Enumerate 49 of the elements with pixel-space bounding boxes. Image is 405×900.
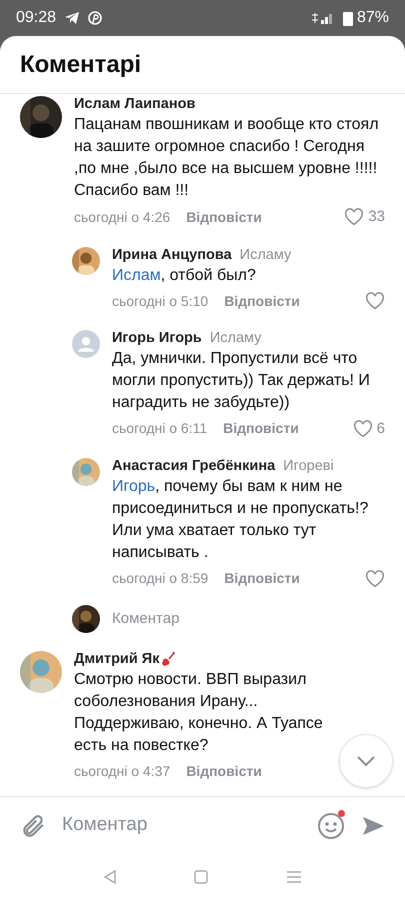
back-icon[interactable] bbox=[102, 869, 117, 885]
like-button[interactable]: 33 bbox=[344, 206, 385, 228]
reply-link[interactable]: Відповісти bbox=[223, 418, 299, 440]
comment-text: Ислам, отбой был? bbox=[112, 266, 257, 286]
user-avatar-icon bbox=[72, 330, 100, 358]
mention-link[interactable]: Ислам bbox=[112, 266, 161, 284]
comment-text: Игорь, почему бы вам к ним не присоединиться и не пропускать!? Или ума хватает только тут написывать . bbox=[112, 477, 370, 563]
heart-icon bbox=[344, 208, 364, 226]
comment-time: сьогодні о 8:59 bbox=[112, 569, 208, 588]
home-icon[interactable] bbox=[194, 870, 208, 884]
comment-text: Да, умнички. Пропустили всё что могли пропустить)) Так держать! И наградить не забудьте)) bbox=[112, 348, 371, 412]
telegram-icon bbox=[64, 11, 80, 25]
emoji-button[interactable] bbox=[317, 812, 345, 840]
reply-link[interactable]: Відповісти bbox=[224, 568, 300, 589]
reply-target: Игореві bbox=[283, 457, 334, 476]
status-time: 09:28 bbox=[16, 8, 56, 28]
battery-level: 87% bbox=[356, 8, 389, 28]
author-name[interactable]: Ирина Анцупова bbox=[112, 244, 232, 264]
smiley-icon bbox=[317, 812, 345, 840]
chevron-down-icon bbox=[356, 755, 376, 767]
page-title: Коментарі bbox=[20, 50, 142, 80]
signal-icon bbox=[310, 12, 335, 24]
heart-icon bbox=[352, 420, 373, 438]
reply-link[interactable]: Відповісти bbox=[224, 290, 300, 312]
like-button[interactable]: 6 bbox=[352, 418, 385, 440]
comment-text: Смотрю новости. ВВП выразил соболезнования Ирану... Поддерживаю, конечно. А Туапсе есть на повестке? bbox=[74, 670, 324, 756]
comment-time: сьогодні о 6:11 bbox=[112, 419, 208, 438]
battery-icon bbox=[342, 10, 353, 26]
reply-target: Исламу bbox=[240, 246, 292, 264]
like-button[interactable] bbox=[365, 570, 385, 588]
reply-link[interactable]: Відповісти bbox=[186, 206, 262, 228]
reply-link[interactable]: Відповісти bbox=[186, 761, 262, 782]
reply-field[interactable]: Коментар bbox=[112, 608, 385, 630]
mention-link[interactable]: Игорь bbox=[112, 478, 156, 495]
heart-icon bbox=[365, 570, 385, 588]
heart-icon bbox=[365, 292, 385, 310]
author-name[interactable]: Анастасия Гребёнкина bbox=[112, 456, 276, 476]
comment-field[interactable]: Коментар bbox=[62, 811, 301, 840]
comment-time: сьогодні о 4:26 bbox=[74, 208, 170, 227]
author-name[interactable]: Дмитрий Як bbox=[74, 649, 160, 669]
menu-icon[interactable] bbox=[286, 870, 302, 884]
pinterest-icon bbox=[88, 11, 102, 25]
comment-time: сьогодні о 4:37 bbox=[74, 762, 170, 781]
like-button[interactable] bbox=[365, 292, 385, 310]
comment-text: Пацанам пвошникам и вообще кто стоял на зашите огромное спасибо ! Сегодня ,по мне ,было все на высшем уровне !!!!! Спасибо вам !!! bbox=[74, 115, 380, 201]
author-name[interactable]: Игорь Игорь bbox=[112, 328, 202, 348]
comment-time: сьогодні о 5:10 bbox=[112, 292, 208, 311]
reply-target: Исламу bbox=[210, 328, 262, 348]
author-name[interactable]: Ислам Лаипанов bbox=[74, 94, 196, 114]
